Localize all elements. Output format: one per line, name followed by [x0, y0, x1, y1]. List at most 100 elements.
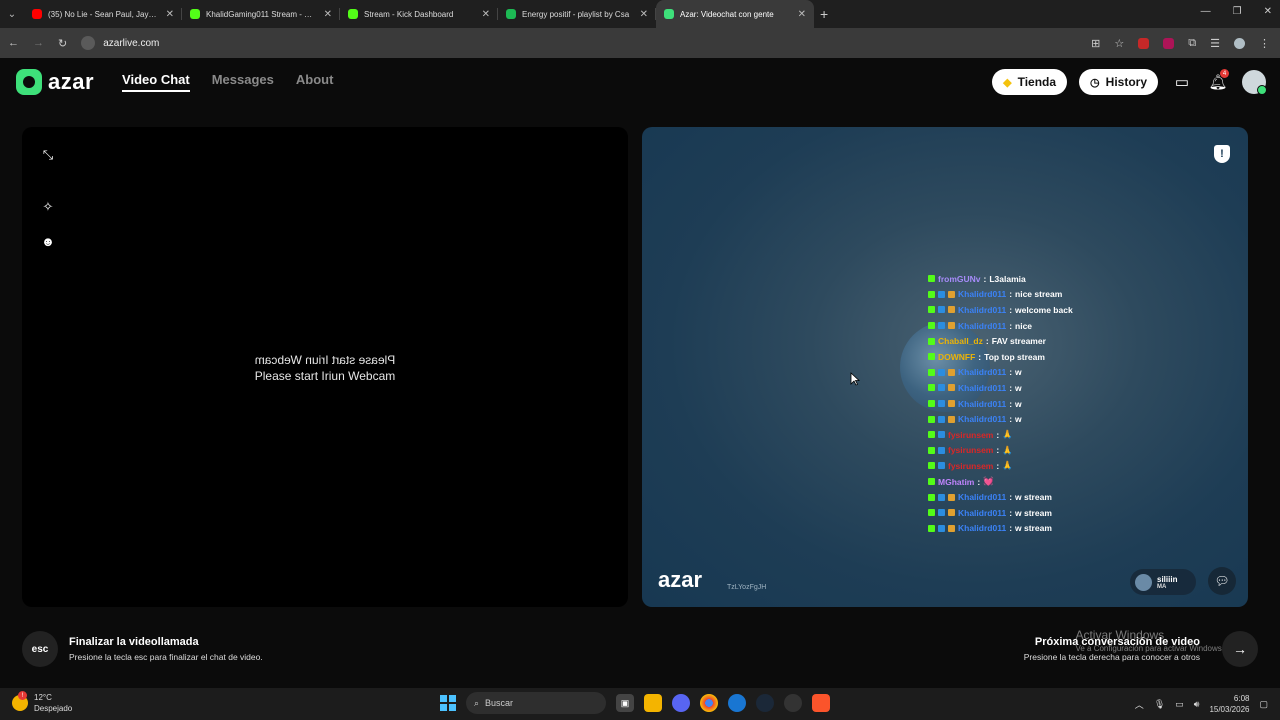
maximize-icon[interactable]: ❐ — [1233, 6, 1242, 17]
file-explorer-icon[interactable] — [644, 694, 662, 712]
task-view-icon[interactable]: ▣ — [616, 694, 634, 712]
chat-username: DOWNFF — [938, 351, 976, 362]
chat-message: nice stream — [1015, 289, 1063, 300]
kick-badge-icon — [928, 368, 935, 376]
tab-close-icon[interactable]: ✕ — [324, 9, 332, 20]
call-controls-bar: esc Finalizar la videollamada Presione l… — [0, 628, 1280, 670]
discord-icon[interactable] — [672, 694, 690, 712]
new-tab-icon[interactable]: + — [820, 6, 828, 22]
taskbar-clock[interactable]: 6:08 15/03/2026 — [1209, 693, 1249, 715]
tab-close-icon[interactable]: ✕ — [166, 9, 174, 20]
minimize-video-icon[interactable]: ⤡ — [38, 145, 58, 165]
minimize-icon[interactable]: — — [1201, 6, 1211, 17]
local-video-panel: ⤡ ✧ ☻ Please start Iriun Webcam Please s… — [22, 127, 628, 607]
subscriber-badge-icon — [938, 322, 945, 330]
bell-icon[interactable]: 🔔︎ 4 — [1206, 69, 1230, 94]
profile-icon[interactable] — [1234, 37, 1245, 49]
esc-button[interactable]: esc — [22, 631, 58, 667]
chat-bubble-icon[interactable]: 💬︎ — [1208, 567, 1236, 595]
chat-separator: : — [985, 336, 989, 347]
windows-start-icon[interactable] — [440, 695, 456, 711]
back-icon[interactable]: ← — [8, 37, 19, 49]
tab-close-icon[interactable]: ✕ — [798, 9, 806, 20]
notification-center-icon[interactable]: ▢ — [1259, 699, 1268, 710]
tray-chevron-icon[interactable]: ︿ — [1135, 698, 1144, 711]
chrome-icon[interactable] — [700, 694, 718, 712]
weather-temp: 12°C — [34, 693, 52, 702]
url-field[interactable]: azarlive.com — [81, 36, 159, 50]
browser-tab[interactable]: Stream - Kick Dashboard ✕ — [340, 0, 498, 28]
chat-message: w — [1015, 414, 1022, 425]
chat-line: Khalidrd011: w stream — [928, 489, 1168, 505]
chat-username: Khalidrd011 — [958, 320, 1007, 331]
remote-video-panel: ! fromGUNv: L3alamia Khalidrd011: nice stre… — [642, 127, 1248, 607]
chat-separator: : — [996, 445, 1000, 456]
sidebar-icon[interactable]: ☰ — [1210, 37, 1220, 50]
menu-kebab-icon[interactable]: ⋮ — [1259, 37, 1270, 50]
browser-tab[interactable]: KhalidGaming011 Stream - Wat ✕ — [182, 0, 340, 28]
azar-logo[interactable]: azar — [16, 69, 94, 95]
system-tray: ︿ 🎙︎ ▭ 🔊︎ 6:08 15/03/2026 ▢ — [1135, 693, 1268, 715]
tab-title: Azar: Videochat con gente — [680, 9, 774, 19]
partner-avatar — [1135, 573, 1152, 591]
browser-tab[interactable]: (35) No Lie - Sean Paul, Jaymes ✕ — [24, 0, 182, 28]
chat-username: Khalidrd011 — [958, 398, 1007, 409]
tab-close-icon[interactable]: ✕ — [482, 9, 490, 20]
magic-wand-icon[interactable]: ✧ — [38, 197, 58, 217]
chat-message: 💓 — [983, 476, 994, 487]
extension-icon[interactable] — [1163, 37, 1175, 49]
steam-icon[interactable] — [756, 694, 774, 712]
partner-info[interactable]: siliiin MA — [1130, 569, 1196, 595]
face-filter-icon[interactable]: ☻ — [38, 231, 58, 251]
clock-date: 15/03/2026 — [1209, 705, 1250, 714]
chat-line: fysirunsem: 🙏 — [928, 443, 1168, 459]
chat-line: Khalidrd011: w — [928, 365, 1168, 381]
install-icon[interactable]: ⊞ — [1091, 37, 1100, 50]
chat-message: w — [1015, 382, 1022, 393]
extension-icon[interactable] — [1138, 37, 1150, 49]
azar-logo-icon — [16, 69, 42, 95]
volume-icon[interactable]: 🔊︎ — [1194, 699, 1200, 710]
taskbar-search[interactable]: ⌕ Buscar — [466, 692, 606, 714]
chat-message: FAV streamer — [991, 336, 1046, 347]
kick-badge-icon — [928, 462, 935, 470]
browser-tab[interactable]: Energy positif - playlist by Csa ✕ — [498, 0, 656, 28]
subscriber-badge-icon — [938, 509, 945, 517]
vip-badge-icon — [948, 400, 955, 408]
nav-messages[interactable]: Messages — [212, 72, 274, 92]
kick-badge-icon — [928, 337, 935, 345]
site-info-icon[interactable] — [81, 36, 96, 50]
forward-icon[interactable]: → — [33, 37, 44, 49]
chat-line: Chaball_dz: FAV streamer — [928, 333, 1168, 349]
close-window-icon[interactable]: ✕ — [1264, 6, 1272, 17]
report-shield-icon[interactable]: ! — [1214, 145, 1230, 163]
history-button[interactable]: ◷ History — [1079, 69, 1158, 95]
shop-button[interactable]: ◆ Tienda — [992, 69, 1068, 95]
weather-widget[interactable]: ! 12°C Despejado — [12, 691, 72, 714]
main-nav: Video Chat Messages About — [122, 72, 333, 92]
next-arrow-button[interactable]: → — [1222, 631, 1258, 667]
kick-badge-icon — [928, 478, 935, 486]
bookmark-star-icon[interactable]: ☆ — [1114, 37, 1124, 50]
tab-close-icon[interactable]: ✕ — [640, 9, 648, 20]
tab-search-icon[interactable]: ⌄ — [0, 0, 24, 28]
obs-icon[interactable] — [784, 694, 802, 712]
user-avatar[interactable] — [1242, 70, 1267, 95]
chat-message: 🙏 — [1002, 460, 1013, 471]
brave-icon[interactable] — [812, 694, 830, 712]
clock-time: 6:08 — [1233, 694, 1250, 703]
network-icon[interactable]: ▭ — [1175, 699, 1184, 710]
microphone-icon[interactable]: 🎙︎ — [1154, 699, 1165, 710]
browser-tab[interactable]: Azar: Videochat con gente ✕ — [656, 0, 814, 28]
nav-video-chat[interactable]: Video Chat — [122, 72, 190, 92]
vip-badge-icon — [948, 524, 955, 532]
app-icon[interactable] — [728, 694, 746, 712]
chat-line: fysirunsem: 🙏 — [928, 427, 1168, 443]
reload-icon[interactable]: ↻ — [58, 37, 67, 50]
chat-username: fysirunsem — [948, 445, 994, 456]
chat-username: Khalidrd011 — [958, 492, 1007, 503]
extensions-puzzle-icon[interactable]: ⧉ — [1188, 37, 1196, 50]
weather-sun-icon: ! — [12, 691, 28, 711]
nav-about[interactable]: About — [296, 72, 334, 92]
inbox-icon[interactable]: ▭ — [1170, 70, 1194, 94]
